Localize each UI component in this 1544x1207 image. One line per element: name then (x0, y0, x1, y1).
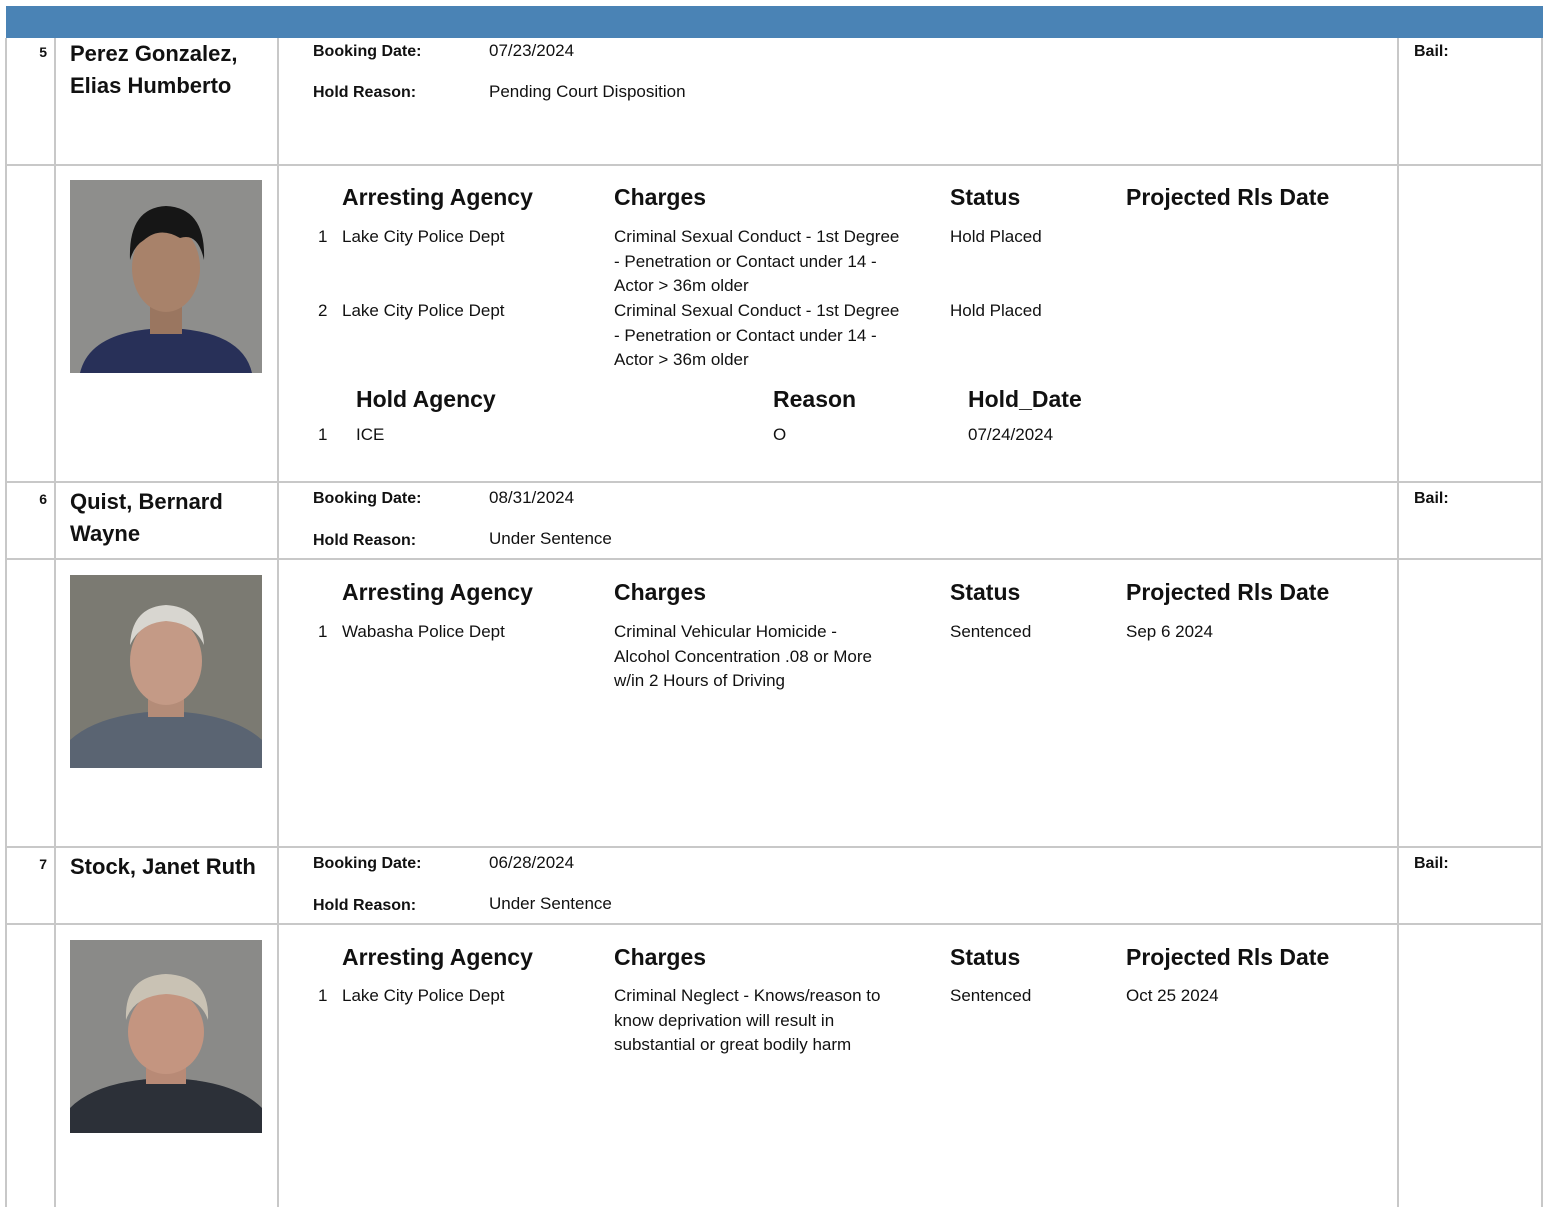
grid-line (5, 38, 7, 1207)
charges-header: Charges (614, 579, 707, 605)
grid-line (277, 38, 279, 1207)
inmate-name[interactable]: Stock, Janet Ruth (70, 851, 270, 883)
hold-reason-value: Under Sentence (489, 894, 612, 913)
bail-label: Bail: (1414, 43, 1449, 60)
charge-number: 1 (318, 227, 328, 246)
charge-description: Criminal Vehicular Homicide - Alcohol Co… (614, 622, 872, 690)
charge-release-date: Sep 6 2024 (1126, 622, 1213, 641)
hold-reason-header: Reason (773, 386, 857, 412)
booking-date-label: Booking Date: (313, 43, 422, 60)
charges-header: Charges (614, 184, 707, 210)
charge-agency: Lake City Police Dept (342, 301, 505, 320)
projected-release-header: Projected Rls Date (1126, 579, 1330, 605)
grid-line (5, 481, 1543, 483)
row-number: 6 (39, 491, 47, 507)
inmate-name[interactable]: Perez Gonzalez, Elias Humberto (70, 38, 270, 102)
hold-reason-value: Under Sentence (489, 529, 612, 548)
status-header: Status (950, 579, 1021, 605)
charge-description: Criminal Sexual Conduct - 1st Degree - P… (614, 227, 900, 295)
charge-status: Hold Placed (950, 301, 1042, 320)
mugshot-photo (70, 180, 262, 373)
status-header: Status (950, 944, 1021, 970)
hold-agency-header: Hold Agency (356, 386, 496, 412)
table-header-bar (6, 6, 1543, 38)
row-number: 7 (39, 856, 47, 872)
grid-line (5, 558, 1543, 560)
bail-label: Bail: (1414, 490, 1449, 507)
row-number: 5 (39, 44, 47, 60)
grid-line (1541, 38, 1543, 1207)
booking-date-value: 08/31/2024 (489, 488, 575, 507)
hold-reason-value: Pending Court Disposition (489, 82, 686, 101)
hold-date: 07/24/2024 (968, 425, 1054, 444)
grid-line (1397, 38, 1399, 1207)
arresting-agency-header: Arresting Agency (342, 184, 533, 210)
hold-agency: ICE (356, 425, 385, 444)
grid-line (5, 923, 1543, 925)
charge-number: 1 (318, 986, 328, 1005)
charge-agency: Lake City Police Dept (342, 227, 505, 246)
hold-date-header: Hold_Date (968, 386, 1082, 412)
charge-agency: Lake City Police Dept (342, 986, 505, 1005)
hold-reason-label: Hold Reason: (313, 84, 417, 101)
booking-date-value: 07/23/2024 (489, 41, 575, 60)
charge-description: Criminal Neglect - Knows/reason to know … (614, 986, 881, 1054)
inmate-name[interactable]: Quist, Bernard Wayne (70, 486, 270, 550)
booking-date-value: 06/28/2024 (489, 853, 575, 872)
booking-date-label: Booking Date: (313, 490, 422, 507)
charge-status: Sentenced (950, 986, 1032, 1005)
hold-reason-label: Hold Reason: (313, 532, 417, 549)
charge-release-date: Oct 25 2024 (1126, 986, 1219, 1005)
charge-number: 2 (318, 301, 328, 320)
grid-line (54, 38, 56, 1207)
hold-number: 1 (318, 425, 328, 444)
projected-release-header: Projected Rls Date (1126, 944, 1330, 970)
mugshot-photo (70, 940, 262, 1133)
grid-line (5, 846, 1543, 848)
bail-label: Bail: (1414, 855, 1449, 872)
hold-reason-label: Hold Reason: (313, 897, 417, 914)
booking-date-label: Booking Date: (313, 855, 422, 872)
charge-number: 1 (318, 622, 328, 641)
arresting-agency-header: Arresting Agency (342, 579, 533, 605)
status-header: Status (950, 184, 1021, 210)
charge-status: Hold Placed (950, 227, 1042, 246)
hold-reason: O (773, 425, 787, 444)
arresting-agency-header: Arresting Agency (342, 944, 533, 970)
charge-description: Criminal Sexual Conduct - 1st Degree - P… (614, 301, 900, 369)
charges-header: Charges (614, 944, 707, 970)
charge-agency: Wabasha Police Dept (342, 622, 505, 641)
mugshot-photo (70, 575, 262, 768)
grid-line (5, 164, 1543, 166)
charge-status: Sentenced (950, 622, 1032, 641)
projected-release-header: Projected Rls Date (1126, 184, 1330, 210)
